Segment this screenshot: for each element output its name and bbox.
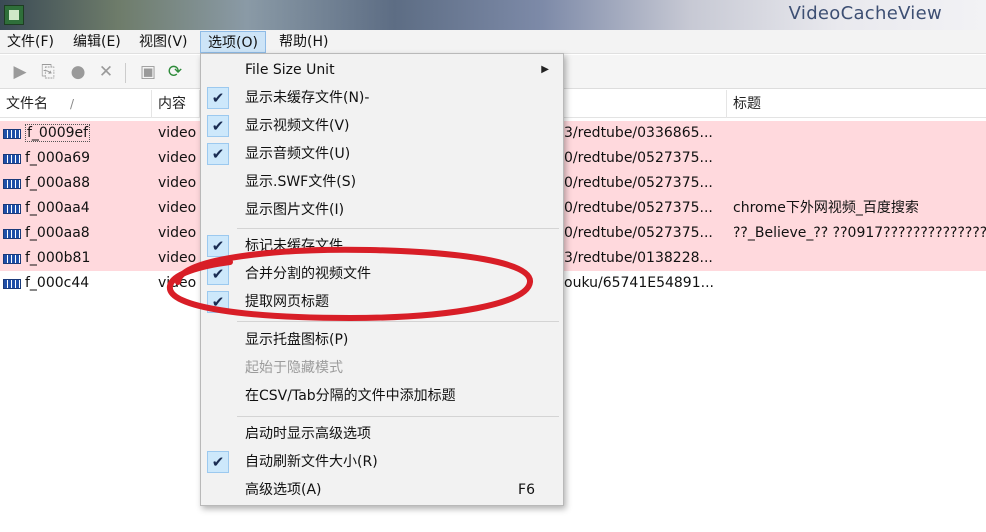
row-filename: f_000a88 xyxy=(25,175,91,191)
menu-item-label: 高级选项(A) xyxy=(245,482,322,498)
menu-item-label: 在CSV/Tab分隔的文件中添加标题 xyxy=(245,388,456,404)
copy-icon[interactable]: ⎘ xyxy=(38,62,58,82)
menu-item-label: 启动时显示高级选项 xyxy=(245,426,371,442)
menu-options[interactable]: 选项(O) xyxy=(200,31,266,53)
menu-item-add-header-csv[interactable]: 在CSV/Tab分隔的文件中添加标题 xyxy=(201,383,563,409)
video-file-icon xyxy=(3,254,21,264)
column-header-title[interactable]: 标题 xyxy=(727,90,986,118)
row-content-type: video xyxy=(158,150,197,166)
menu-item-auto-refresh-size[interactable]: ✔ 自动刷新文件大小(R) xyxy=(201,449,563,475)
row-url: 3/redtube/0336865... xyxy=(564,125,713,141)
row-url: 0/redtube/0527375... xyxy=(564,200,713,216)
menu-item-start-hidden: 起始于隐藏模式 xyxy=(201,355,563,381)
row-title: ??_Believe_?? ??0917?????????????? xyxy=(733,225,986,241)
row-title xyxy=(733,171,986,196)
menu-item-label: 显示托盘图标(P) xyxy=(245,332,349,348)
menu-bar: 文件(F) 编辑(E) 视图(V) 选项(O) 帮助(H) xyxy=(0,30,986,54)
menu-separator xyxy=(237,416,559,417)
menu-item-show-uncached[interactable]: ✔ 显示未缓存文件(N)- xyxy=(201,85,563,111)
refresh-icon[interactable]: ⟳ xyxy=(165,62,185,82)
menu-help[interactable]: 帮助(H) xyxy=(272,31,335,53)
play-icon[interactable]: ▶ xyxy=(10,62,30,82)
column-header-url[interactable] xyxy=(564,90,727,118)
menu-item-file-size-unit[interactable]: File Size Unit ▶ xyxy=(201,57,563,83)
menu-item-label: 显示图片文件(I) xyxy=(245,202,345,218)
menu-item-show-audio[interactable]: ✔ 显示音频文件(U) xyxy=(201,141,563,167)
row-content-type: video xyxy=(158,175,197,191)
menu-item-label: 起始于隐藏模式 xyxy=(245,360,343,376)
row-filename: f_000c44 xyxy=(25,275,90,291)
row-url: 3/redtube/0138228... xyxy=(564,250,713,266)
video-file-icon xyxy=(3,204,21,214)
submenu-arrow-icon: ▶ xyxy=(541,64,549,75)
video-file-icon xyxy=(3,229,21,239)
highlight-ellipse-annotation xyxy=(166,246,533,322)
menu-item-label: 自动刷新文件大小(R) xyxy=(245,454,378,470)
menu-separator xyxy=(237,228,559,229)
checkmark-icon: ✔ xyxy=(207,115,229,137)
menu-item-label: 显示.SWF文件(S) xyxy=(245,174,357,190)
video-file-icon xyxy=(3,279,21,289)
row-url: ouku/65741E54891... xyxy=(564,275,714,291)
row-filename: f_000b81 xyxy=(25,250,91,266)
row-title xyxy=(733,271,986,296)
row-title xyxy=(733,246,986,271)
row-title xyxy=(733,121,986,146)
save-icon[interactable]: ▣ xyxy=(138,62,158,82)
video-file-icon xyxy=(3,179,21,189)
menu-edit[interactable]: 编辑(E) xyxy=(66,31,128,53)
row-content-type: video xyxy=(158,225,197,241)
row-filename: f_000a69 xyxy=(25,150,91,166)
menu-item-advanced-options[interactable]: 高级选项(A) F6 xyxy=(201,477,563,503)
row-filename: f_0009ef xyxy=(25,124,91,142)
column-header-filename[interactable]: 文件名 / xyxy=(0,90,152,118)
row-content-type: video xyxy=(158,200,197,216)
row-filename: f_000aa4 xyxy=(25,200,90,216)
menu-item-show-advanced-on-start[interactable]: 启动时显示高级选项 xyxy=(201,421,563,447)
toolbar-separator xyxy=(125,63,126,83)
window-title: VideoCacheView xyxy=(788,3,942,24)
menu-item-show-video[interactable]: ✔ 显示视频文件(V) xyxy=(201,113,563,139)
checkmark-icon: ✔ xyxy=(207,87,229,109)
menu-item-shortcut: F6 xyxy=(518,482,535,498)
menu-file[interactable]: 文件(F) xyxy=(0,31,61,53)
title-bar: VideoCacheView xyxy=(0,0,986,30)
checkmark-icon: ✔ xyxy=(207,143,229,165)
video-file-icon xyxy=(3,129,21,139)
sort-ascending-icon: / xyxy=(70,97,75,111)
delete-icon[interactable]: ✕ xyxy=(96,62,116,82)
app-icon[interactable] xyxy=(4,5,24,25)
menu-item-show-tray-icon[interactable]: 显示托盘图标(P) xyxy=(201,327,563,353)
row-url: 0/redtube/0527375... xyxy=(564,150,713,166)
menu-item-label: 显示音频文件(U) xyxy=(245,146,351,162)
menu-view[interactable]: 视图(V) xyxy=(132,31,195,53)
row-content-type: video xyxy=(158,125,197,141)
menu-item-label: File Size Unit xyxy=(245,62,335,78)
menu-item-label: 显示视频文件(V) xyxy=(245,118,350,134)
menu-item-label: 显示未缓存文件(N)- xyxy=(245,90,370,106)
row-url: 0/redtube/0527375... xyxy=(564,175,713,191)
video-file-icon xyxy=(3,154,21,164)
row-url: 0/redtube/0527375... xyxy=(564,225,713,241)
column-header-filename-label: 文件名 xyxy=(6,96,48,112)
row-title: chrome下外网视频_百度搜索 xyxy=(733,200,919,216)
column-header-content-type[interactable]: 内容类 xyxy=(152,90,200,140)
menu-item-show-swf[interactable]: 显示.SWF文件(S) xyxy=(201,169,563,195)
row-title xyxy=(733,146,986,171)
row-filename: f_000aa8 xyxy=(25,225,90,241)
record-icon[interactable]: ● xyxy=(68,62,88,82)
checkmark-icon: ✔ xyxy=(207,451,229,473)
menu-item-show-images[interactable]: 显示图片文件(I) xyxy=(201,197,563,223)
